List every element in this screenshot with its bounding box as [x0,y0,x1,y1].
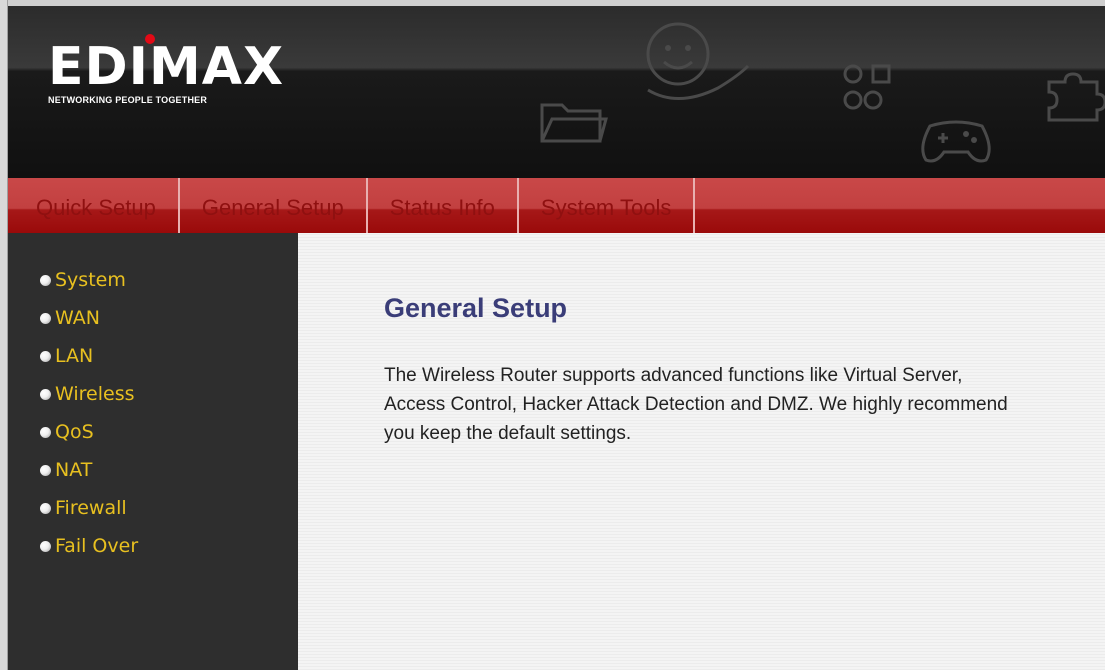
page-description: The Wireless Router supports advanced fu… [384,365,1008,444]
sidebar-item-label: Fail Over [55,535,139,557]
bullet-icon [40,464,51,476]
sidebar-item-nat[interactable]: NAT [8,451,298,489]
sidebar-item-lan[interactable]: LAN [8,337,298,375]
sidebar-item-fail-over[interactable]: Fail Over [8,527,298,565]
bullet-icon [40,274,51,286]
bullet-icon [40,426,51,438]
gamepad-icon [916,118,996,166]
header-top-border [8,0,1105,6]
edimax-logo: EDIMAX NETWORKING PEOPLE TOGETHER [48,34,285,105]
bullet-icon [40,388,51,400]
sidebar-item-label: WAN [55,307,100,329]
sidebar-item-system[interactable]: System [8,261,298,299]
sidebar-item-label: NAT [55,459,93,481]
network-nodes-icon [841,62,896,114]
sidebar-menu: System WAN LAN Wireless QoS NAT Firewall… [8,233,298,670]
window-frame-edge [0,0,8,670]
bullet-icon [40,312,51,324]
sidebar-item-label: Wireless [55,383,135,405]
logo-wordmark: EDIMAX [48,37,285,97]
sidebar-item-label: System [55,269,126,291]
header-banner: EDIMAX NETWORKING PEOPLE TOGETHER [8,0,1105,178]
tab-quick-setup[interactable]: Quick Setup [8,178,180,233]
sidebar-item-firewall[interactable]: Firewall [8,489,298,527]
tab-status-info[interactable]: Status Info [368,178,519,233]
sidebar-item-label: Firewall [55,497,127,519]
bullet-icon [40,350,51,362]
sidebar-item-qos[interactable]: QoS [8,413,298,451]
page-title: General Setup [384,293,568,323]
tab-system-tools[interactable]: System Tools [519,178,696,233]
bullet-icon [40,502,51,514]
main-nav-bar: Quick Setup General Setup Status Info Sy… [8,178,1105,233]
sidebar-item-label: LAN [55,345,94,367]
puzzle-icon [1043,72,1105,122]
sidebar-item-label: QoS [55,421,94,443]
sidebar-item-wan[interactable]: WAN [8,299,298,337]
main-content: General Setup The Wireless Router suppor… [298,233,1105,670]
smiley-hand-icon [638,18,753,113]
sidebar-item-wireless[interactable]: Wireless [8,375,298,413]
bullet-icon [40,540,51,552]
folder-icon [538,95,608,147]
logo-red-dot [145,34,155,44]
tab-general-setup[interactable]: General Setup [180,178,368,233]
